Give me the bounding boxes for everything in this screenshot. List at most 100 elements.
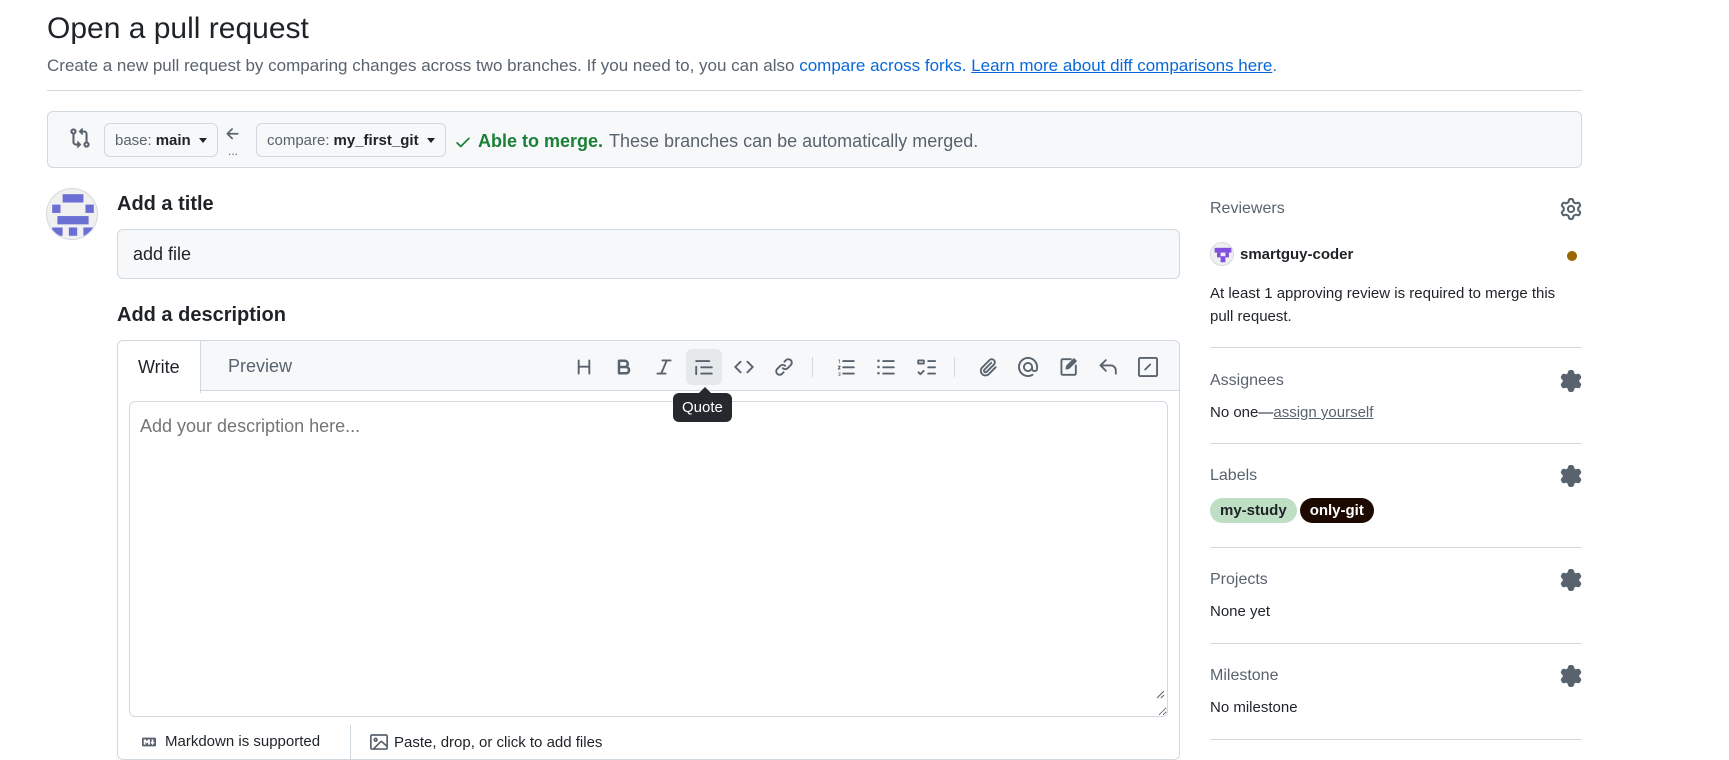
quote-button[interactable]	[686, 349, 722, 385]
toolbar-divider	[954, 357, 955, 377]
footer-divider	[350, 725, 351, 759]
slash-command-button[interactable]	[1130, 349, 1166, 385]
numbered-list-button[interactable]	[828, 349, 864, 385]
quote-tooltip: Quote	[673, 387, 732, 422]
assignees-none: No one—	[1210, 404, 1274, 421]
saved-reply-button[interactable]	[1090, 349, 1126, 385]
assign-yourself-link[interactable]: assign yourself	[1273, 404, 1373, 421]
slash-icon	[1138, 357, 1158, 377]
code-icon	[734, 360, 754, 374]
code-button[interactable]	[726, 349, 762, 385]
bold-icon	[617, 359, 631, 375]
assignees-heading: Assignees	[1210, 372, 1284, 389]
identicon-icon	[1211, 243, 1233, 265]
sidebar-divider	[1210, 443, 1582, 444]
gear-icon[interactable]	[1560, 665, 1582, 687]
heading-icon	[577, 359, 591, 375]
page-subtitle: Create a new pull request by comparing c…	[47, 56, 1277, 76]
labels-list: my-study only-git	[1210, 498, 1377, 523]
review-pending-dot	[1567, 251, 1577, 261]
milestone-value: No milestone	[1210, 699, 1298, 716]
subtitle-text: Create a new pull request by comparing c…	[47, 56, 800, 75]
author-avatar	[46, 188, 98, 240]
attach-files-link[interactable]: Paste, drop, or click to add files	[370, 733, 602, 751]
toolbar-divider	[812, 357, 813, 377]
assignees-value: No one—assign yourself	[1210, 404, 1373, 421]
quote-icon	[695, 360, 713, 376]
gear-icon[interactable]	[1560, 198, 1582, 220]
bulleted-list-icon	[877, 359, 895, 375]
compare-prefix: compare:	[267, 131, 330, 149]
git-compare-icon	[70, 127, 90, 149]
title-label: Add a title	[117, 193, 214, 215]
reviewer-item[interactable]: smartguy-coder	[1210, 242, 1353, 266]
bulleted-list-button[interactable]	[868, 349, 904, 385]
sidebar-divider	[1210, 347, 1582, 348]
merge-ok-text: Able to merge.	[478, 131, 604, 151]
projects-value: None yet	[1210, 603, 1271, 620]
arrow-left-icon	[226, 128, 239, 140]
base-branch-name: main	[155, 131, 191, 149]
branch-range-editor: base: main ... compare: my_first_git Abl…	[47, 111, 1582, 168]
base-branch-button[interactable]: base: main	[104, 123, 218, 157]
mention-icon	[1018, 357, 1038, 377]
base-prefix: base:	[115, 131, 152, 149]
reviewer-avatar	[1210, 242, 1234, 266]
range-dots: ...	[228, 144, 239, 158]
merge-message: These branches can be automatically merg…	[609, 131, 979, 151]
paperclip-icon	[979, 358, 997, 377]
image-icon	[370, 734, 388, 750]
markdown-note: Markdown is supported	[165, 733, 321, 750]
attach-button[interactable]	[970, 349, 1006, 385]
subtitle-period: .	[1272, 56, 1278, 75]
reviewers-heading: Reviewers	[1210, 200, 1285, 217]
label-my-study[interactable]: my-study	[1210, 498, 1297, 523]
task-list-button[interactable]	[908, 349, 944, 385]
sidebar-divider	[1210, 547, 1582, 548]
resize-grip-icon[interactable]	[1155, 689, 1165, 699]
label-only-git[interactable]: only-git	[1299, 498, 1374, 523]
page-title: Open a pull request	[47, 12, 309, 45]
description-label: Add a description	[117, 304, 286, 326]
markdown-icon	[142, 737, 156, 746]
compare-forks-link[interactable]: compare across forks.	[799, 56, 966, 75]
link-icon	[775, 358, 793, 376]
markdown-link[interactable]: Markdown is supported	[139, 733, 320, 750]
reference-button[interactable]	[1050, 349, 1086, 385]
italic-button[interactable]	[646, 349, 682, 385]
task-list-icon	[917, 359, 936, 376]
compare-branch-name: my_first_git	[333, 131, 419, 149]
italic-icon	[656, 359, 672, 375]
tab-preview[interactable]: Preview	[208, 341, 312, 392]
chevron-down-icon	[198, 137, 207, 143]
sidebar-divider	[1210, 739, 1582, 740]
milestone-heading: Milestone	[1210, 667, 1279, 684]
numbered-list-icon	[837, 359, 855, 376]
cross-reference-icon	[1060, 358, 1077, 376]
identicon-icon	[47, 189, 97, 239]
review-requirement-note: At least 1 approving review is required …	[1210, 285, 1556, 325]
gear-icon[interactable]	[1560, 569, 1582, 591]
tab-write[interactable]: Write	[118, 341, 201, 393]
editor-header: Write Preview	[118, 341, 1179, 393]
heading-button[interactable]	[566, 349, 602, 385]
merge-status: Able to merge. These branches can be aut…	[454, 131, 978, 152]
compare-branch-button[interactable]: compare: my_first_git	[256, 123, 446, 157]
description-textarea[interactable]	[129, 401, 1168, 717]
link-button[interactable]	[766, 349, 802, 385]
reviewer-name: smartguy-coder	[1240, 245, 1354, 263]
chevron-down-icon	[426, 137, 435, 143]
attach-note: Paste, drop, or click to add files	[394, 733, 603, 751]
learn-more-link[interactable]: Learn more about diff comparisons here	[971, 56, 1272, 75]
bold-button[interactable]	[606, 349, 642, 385]
mention-button[interactable]	[1010, 349, 1046, 385]
editor-footer: Markdown is supported Paste, drop, or cl…	[118, 723, 1179, 759]
projects-heading: Projects	[1210, 571, 1268, 588]
title-input[interactable]	[117, 229, 1180, 279]
reply-icon	[1099, 359, 1117, 375]
header-divider	[47, 90, 1582, 91]
sidebar-divider	[1210, 643, 1582, 644]
gear-icon[interactable]	[1560, 370, 1582, 392]
gear-icon[interactable]	[1560, 465, 1582, 487]
labels-heading: Labels	[1210, 467, 1258, 484]
